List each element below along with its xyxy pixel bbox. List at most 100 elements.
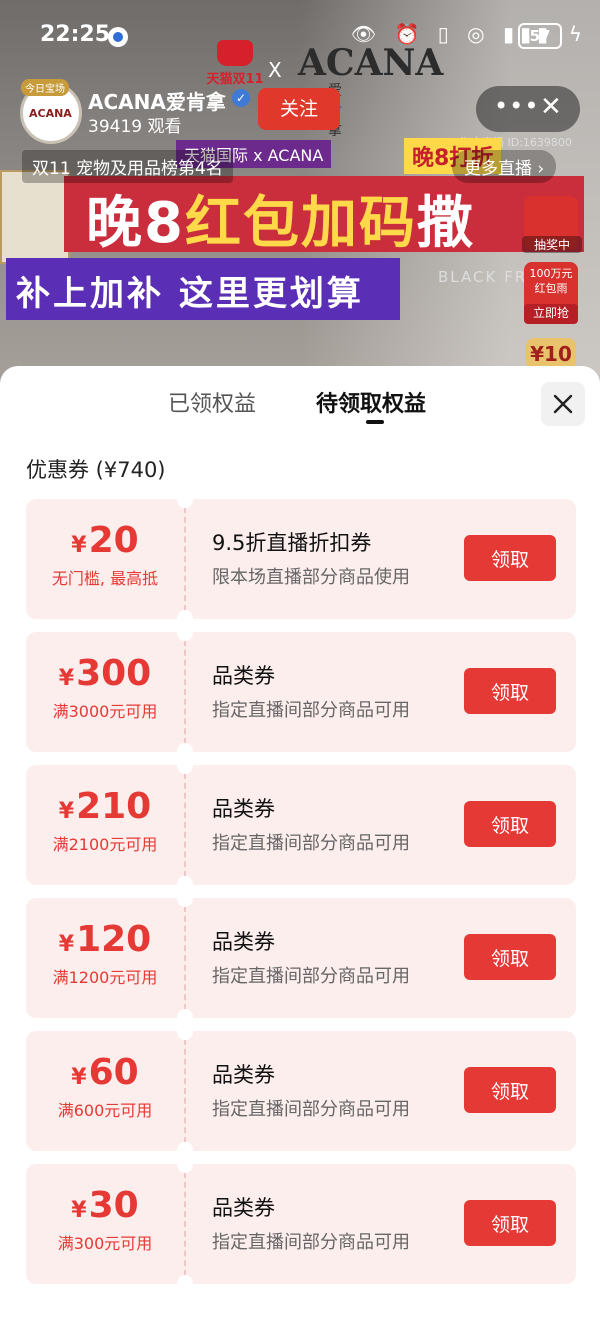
- coupon-value-block: ¥20 无门槛, 最高抵: [26, 499, 184, 619]
- coupon-amount-value: 60: [88, 1052, 139, 1093]
- coupon-value-block: ¥210 满2100元可用: [26, 765, 184, 885]
- coupon-name: 品类券: [212, 797, 275, 821]
- coupon-notch: [177, 1275, 193, 1285]
- more-live-link[interactable]: 更多直播 ›: [452, 150, 557, 183]
- coupon-amount: ¥30: [71, 1185, 139, 1226]
- coupon-condition: 满1200元可用: [52, 968, 158, 987]
- product-image[interactable]: [0, 170, 70, 264]
- active-tab-indicator: [366, 420, 384, 424]
- coupon-divider: [184, 906, 186, 1010]
- coupon-amount: ¥20: [71, 520, 139, 561]
- coupon-divider: [184, 507, 186, 611]
- acana-logo: ACANA: [298, 42, 444, 84]
- coupon-description: 指定直播间部分商品可用: [212, 1232, 410, 1253]
- coupon-amount: ¥120: [58, 919, 152, 960]
- coupon-notch: [177, 631, 193, 641]
- coupon-card: ¥120 满1200元可用 品类券 指定直播间部分商品可用 领取: [26, 897, 576, 1019]
- lottery-label: 抽奖中: [522, 236, 582, 253]
- coupon-card: ¥30 满300元可用 品类券 指定直播间部分商品可用 领取: [26, 1163, 576, 1285]
- coupon-divider: [184, 1172, 186, 1276]
- coupon-amount: ¥210: [58, 786, 152, 827]
- coupon-name: 9.5折直播折扣券: [212, 531, 372, 555]
- coupon-notch: [177, 1142, 193, 1152]
- coupon-name: 品类券: [212, 1196, 275, 1220]
- coupon-notch: [177, 897, 193, 907]
- tab-pending-benefits[interactable]: 待领取权益: [316, 386, 426, 418]
- coupon-value-block: ¥30 满300元可用: [26, 1164, 184, 1284]
- claim-coupon-button[interactable]: 领取: [464, 668, 556, 714]
- viewer-count: 39419 观看: [88, 117, 182, 137]
- coupon-value-block: ¥120 满1200元可用: [26, 898, 184, 1018]
- claim-coupon-button[interactable]: 领取: [464, 1200, 556, 1246]
- coupon-description: 限本场直播部分商品使用: [212, 567, 410, 588]
- battery-icon: 57: [518, 23, 562, 49]
- tab-claimed-benefits[interactable]: 已领权益: [168, 386, 256, 418]
- coupon-divider: [184, 640, 186, 744]
- coupon-card: ¥300 满3000元可用 品类券 指定直播间部分商品可用 领取: [26, 631, 576, 753]
- clock: 22:25: [40, 22, 111, 47]
- more-options-icon[interactable]: •••: [494, 92, 539, 120]
- coupon-amount-value: 300: [76, 653, 152, 694]
- promo-title: 晚8红包加码撒: [86, 191, 475, 256]
- coupon-notch: [177, 764, 193, 774]
- coupon-notch: [177, 743, 193, 753]
- coupon-description: 指定直播间部分商品可用: [212, 1099, 410, 1120]
- coupon-condition: 满3000元可用: [52, 702, 158, 721]
- claim-coupon-button[interactable]: 领取: [464, 535, 556, 581]
- coupon-card: ¥20 无门槛, 最高抵 9.5折直播折扣券 限本场直播部分商品使用 领取: [26, 498, 576, 620]
- claim-coupon-button[interactable]: 领取: [464, 934, 556, 980]
- coupon-condition: 满2100元可用: [52, 835, 158, 854]
- coupon-condition: 满600元可用: [57, 1101, 153, 1120]
- coupon-card: ¥210 满2100元可用 品类券 指定直播间部分商品可用 领取: [26, 764, 576, 886]
- coupon-amount-value: 30: [88, 1185, 139, 1226]
- red-packet-grab-button[interactable]: 立即抢: [524, 304, 578, 324]
- coupon-notch: [177, 498, 193, 508]
- host-avatar[interactable]: 今日宝场 ACANA: [20, 79, 82, 144]
- follow-button[interactable]: 关注: [258, 88, 340, 130]
- coupon-description: 指定直播间部分商品可用: [212, 833, 410, 854]
- coupon-condition: 无门槛, 最高抵: [51, 569, 159, 588]
- coupon-amount-value: 120: [76, 919, 152, 960]
- live-stream-video[interactable]: 22:25 👁 ⏰ ▯ ◎ ▮▮▮ 57 ϟ 天猫双11 X ACANA 爱肯拿…: [0, 0, 600, 400]
- coupon-divider: [184, 773, 186, 877]
- coupon-notch: [177, 876, 193, 886]
- host-name[interactable]: ACANA爱肯拿: [88, 86, 226, 115]
- coupon-value-block: ¥60 满600元可用: [26, 1031, 184, 1151]
- coupon-card: ¥60 满600元可用 品类券 指定直播间部分商品可用 领取: [26, 1030, 576, 1152]
- tmall-logo: 天猫双11: [200, 40, 270, 87]
- coupon-condition: 满300元可用: [57, 1234, 153, 1253]
- claim-coupon-button[interactable]: 领取: [464, 801, 556, 847]
- brand-separator: X: [268, 58, 282, 82]
- app-indicator-icon: [108, 27, 128, 47]
- black-friday-text: BLACK FR: [438, 268, 528, 286]
- coupon-amount: ¥60: [71, 1052, 139, 1093]
- coupon-list: ¥20 无门槛, 最高抵 9.5折直播折扣券 限本场直播部分商品使用 领取 ¥3…: [26, 498, 576, 1297]
- close-stream-icon[interactable]: ✕: [540, 92, 562, 122]
- avatar-badge: 今日宝场: [21, 79, 69, 96]
- top-right-controls: ••• ✕: [476, 86, 580, 132]
- avatar-logo: ACANA: [29, 107, 72, 120]
- coupon-notch: [177, 1163, 193, 1173]
- promo-subtitle: 补上加补 这里更划算: [16, 274, 364, 314]
- close-sheet-button[interactable]: [541, 382, 585, 426]
- rank-tag[interactable]: 双11 宠物及用品榜第4名: [22, 150, 233, 183]
- coupon-amount: ¥300: [58, 653, 152, 694]
- coupon-description: 指定直播间部分商品可用: [212, 700, 410, 721]
- coupon-name: 品类券: [212, 930, 275, 954]
- benefits-sheet: 已领权益 待领取权益 优惠券 (¥740) ¥20 无门槛, 最高抵 9.5折直…: [0, 366, 600, 1332]
- coupon-amount-value: 20: [88, 520, 139, 561]
- charging-icon: ϟ: [568, 22, 582, 46]
- coupon-section-title: 优惠券 (¥740): [26, 458, 166, 482]
- coupon-notch: [177, 610, 193, 620]
- claim-coupon-button[interactable]: 领取: [464, 1067, 556, 1113]
- coupon-divider: [184, 1039, 186, 1143]
- coupon-name: 品类券: [212, 664, 275, 688]
- coupon-description: 指定直播间部分商品可用: [212, 966, 410, 987]
- coupon-value-block: ¥300 满3000元可用: [26, 632, 184, 752]
- coupon-notch: [177, 1030, 193, 1040]
- coupon-notch: [177, 1009, 193, 1019]
- coupon-name: 品类券: [212, 1063, 275, 1087]
- verified-icon: ✓: [232, 89, 250, 107]
- coupon-amount-value: 210: [76, 786, 152, 827]
- close-icon: [553, 394, 573, 414]
